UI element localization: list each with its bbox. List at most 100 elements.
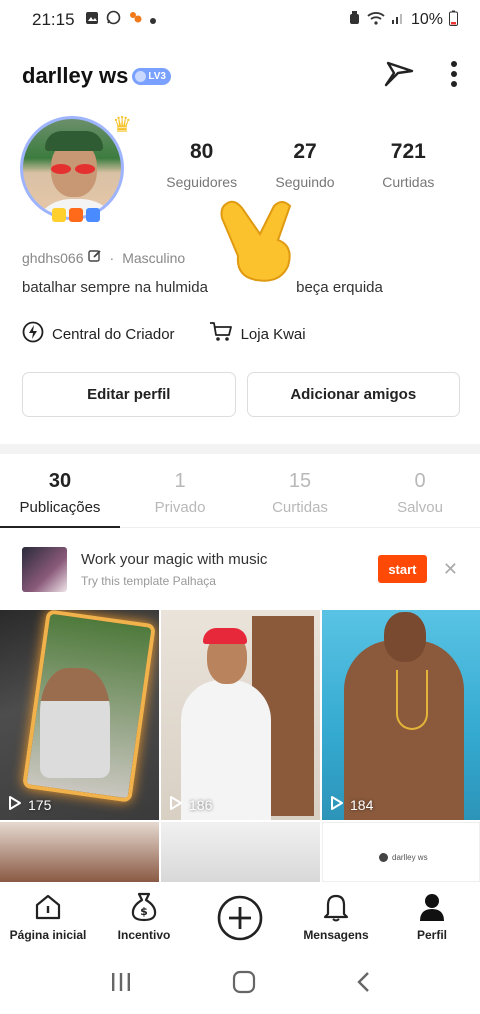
level-badge-label: LV3 xyxy=(148,70,166,82)
battery-icon xyxy=(449,10,458,31)
profile-stats: 80 Seguidores 27 Seguindo 721 Curtidas xyxy=(150,140,460,190)
home-button-icon[interactable] xyxy=(232,970,256,999)
profile-handle: ghdhs066 xyxy=(22,249,84,266)
view-count-value: 184 xyxy=(350,796,374,813)
money-bag-icon: $ xyxy=(96,892,192,922)
profile-header: darlley ws LV3 xyxy=(0,48,480,104)
nav-home-label: Página inicial xyxy=(9,928,87,942)
view-count: 175 xyxy=(8,795,51,814)
profile-avatar[interactable]: ♛ xyxy=(20,112,132,224)
profile-actions: Editar perfil Adicionar amigos xyxy=(22,372,460,417)
bell-icon xyxy=(288,892,384,922)
video-tile[interactable]: 175 xyxy=(0,610,159,820)
avatar xyxy=(20,116,124,220)
video-tile[interactable]: 184 xyxy=(322,610,480,820)
nav-profile-label: Perfil xyxy=(416,928,447,942)
shop-label: Loja Kwai xyxy=(240,325,306,343)
banner-thumbnail xyxy=(22,546,67,592)
profile-links: Central do Criador Loja Kwai xyxy=(22,321,306,347)
nav-incentive-label: Incentivo xyxy=(117,928,171,942)
stat-following[interactable]: 27 Seguindo xyxy=(253,140,356,190)
video-tile[interactable]: darlley ws xyxy=(322,822,480,882)
tab-likes[interactable]: 15 Curtidas xyxy=(240,462,360,527)
tab-label: Curtidas xyxy=(272,499,328,516)
nav-home[interactable]: Página inicial xyxy=(0,892,96,942)
back-icon[interactable] xyxy=(356,971,370,998)
creator-center-link[interactable]: Central do Criador xyxy=(22,321,175,347)
meta-separator: · xyxy=(109,249,115,266)
banner-title: Work your magic with music xyxy=(81,550,268,568)
more-notifications-dot-icon xyxy=(149,11,156,29)
bio-text-end: beça erquida xyxy=(296,279,383,296)
nav-create[interactable] xyxy=(192,892,288,948)
nav-messages-label: Mensagens xyxy=(303,928,369,942)
start-button[interactable]: start xyxy=(377,555,427,583)
play-icon xyxy=(8,795,22,814)
tab-count: 1 xyxy=(174,470,186,492)
nav-messages[interactable]: Mensagens xyxy=(288,892,384,942)
stat-likes[interactable]: 721 Curtidas xyxy=(357,140,460,190)
stat-label: Seguidores xyxy=(166,174,238,190)
system-nav xyxy=(0,954,480,1014)
shop-link[interactable]: Loja Kwai xyxy=(209,321,306,347)
nav-incentive[interactable]: $ Incentivo xyxy=(96,892,192,942)
wifi-icon xyxy=(367,11,385,30)
level-badge[interactable]: LV3 xyxy=(132,67,171,85)
mini-profile: darlley ws xyxy=(379,853,428,862)
content-tabs: 30 Publicações 1 Privado 15 Curtidas 0 S… xyxy=(0,462,480,528)
nav-profile[interactable]: Perfil xyxy=(384,892,480,942)
edit-icon[interactable] xyxy=(87,249,102,266)
banner-subtitle: Try this template Palhaça xyxy=(81,573,216,588)
tab-private[interactable]: 1 Privado xyxy=(120,462,240,527)
tab-count: 30 xyxy=(48,470,72,492)
home-icon xyxy=(0,892,96,922)
stat-value: 721 xyxy=(390,140,426,163)
recents-icon[interactable] xyxy=(110,972,132,997)
video-grid: 175 186 184 darlley ws xyxy=(0,610,480,882)
play-icon xyxy=(169,795,183,814)
bio-text: batalhar sempre na hulmida xyxy=(22,279,208,296)
profile-meta: ghdhs066 · Masculino xyxy=(22,249,185,266)
tab-count: 0 xyxy=(414,470,426,492)
view-count-value: 186 xyxy=(189,796,213,813)
alarm-icon xyxy=(348,10,361,30)
more-icon[interactable] xyxy=(450,60,458,93)
view-count: 186 xyxy=(169,795,212,814)
banner-text: Work your magic with music Try this temp… xyxy=(81,551,267,588)
view-count: 184 xyxy=(330,795,373,814)
battery-percent: 10% xyxy=(410,11,443,28)
share-icon[interactable] xyxy=(382,59,416,94)
status-time: 21:15 xyxy=(32,10,75,29)
add-friends-button[interactable]: Adicionar amigos xyxy=(246,372,460,417)
level-badge-icon xyxy=(135,70,147,82)
edit-profile-button[interactable]: Editar perfil xyxy=(22,372,236,417)
bottom-nav: Página inicial $ Incentivo Mensagens Per… xyxy=(0,882,480,954)
status-bar: 21:15 10% xyxy=(0,0,480,40)
close-icon[interactable]: ✕ xyxy=(443,559,458,580)
video-tile[interactable] xyxy=(0,822,159,882)
tab-label: Privado xyxy=(154,499,206,516)
stat-value: 80 xyxy=(189,140,214,163)
music-template-banner[interactable]: Work your magic with music Try this temp… xyxy=(0,536,480,602)
play-icon xyxy=(330,795,344,814)
video-tile[interactable]: 186 xyxy=(161,610,320,820)
section-divider xyxy=(0,444,480,454)
crown-icon: ♛ xyxy=(112,112,132,137)
profile-bio: batalhar sempre na hulmida beça erquida xyxy=(22,279,383,296)
profile-username: darlley ws xyxy=(22,63,129,88)
pointing-hand-emoji xyxy=(216,196,306,286)
tab-count: 15 xyxy=(288,470,312,492)
video-tile[interactable] xyxy=(161,822,320,882)
signal-icon xyxy=(391,11,405,30)
avatar-decoration xyxy=(52,208,100,224)
stat-value: 27 xyxy=(293,140,317,163)
stat-followers[interactable]: 80 Seguidores xyxy=(150,140,253,190)
mini-avatar xyxy=(379,853,388,862)
gallery-notification-icon xyxy=(85,11,99,30)
mini-profile-name: darlley ws xyxy=(392,853,428,862)
lightning-icon xyxy=(22,321,44,347)
view-count-value: 175 xyxy=(28,796,52,813)
kwai-notification-icon xyxy=(128,10,143,30)
tab-publications[interactable]: 30 Publicações xyxy=(0,462,120,528)
tab-saved[interactable]: 0 Salvou xyxy=(360,462,480,527)
